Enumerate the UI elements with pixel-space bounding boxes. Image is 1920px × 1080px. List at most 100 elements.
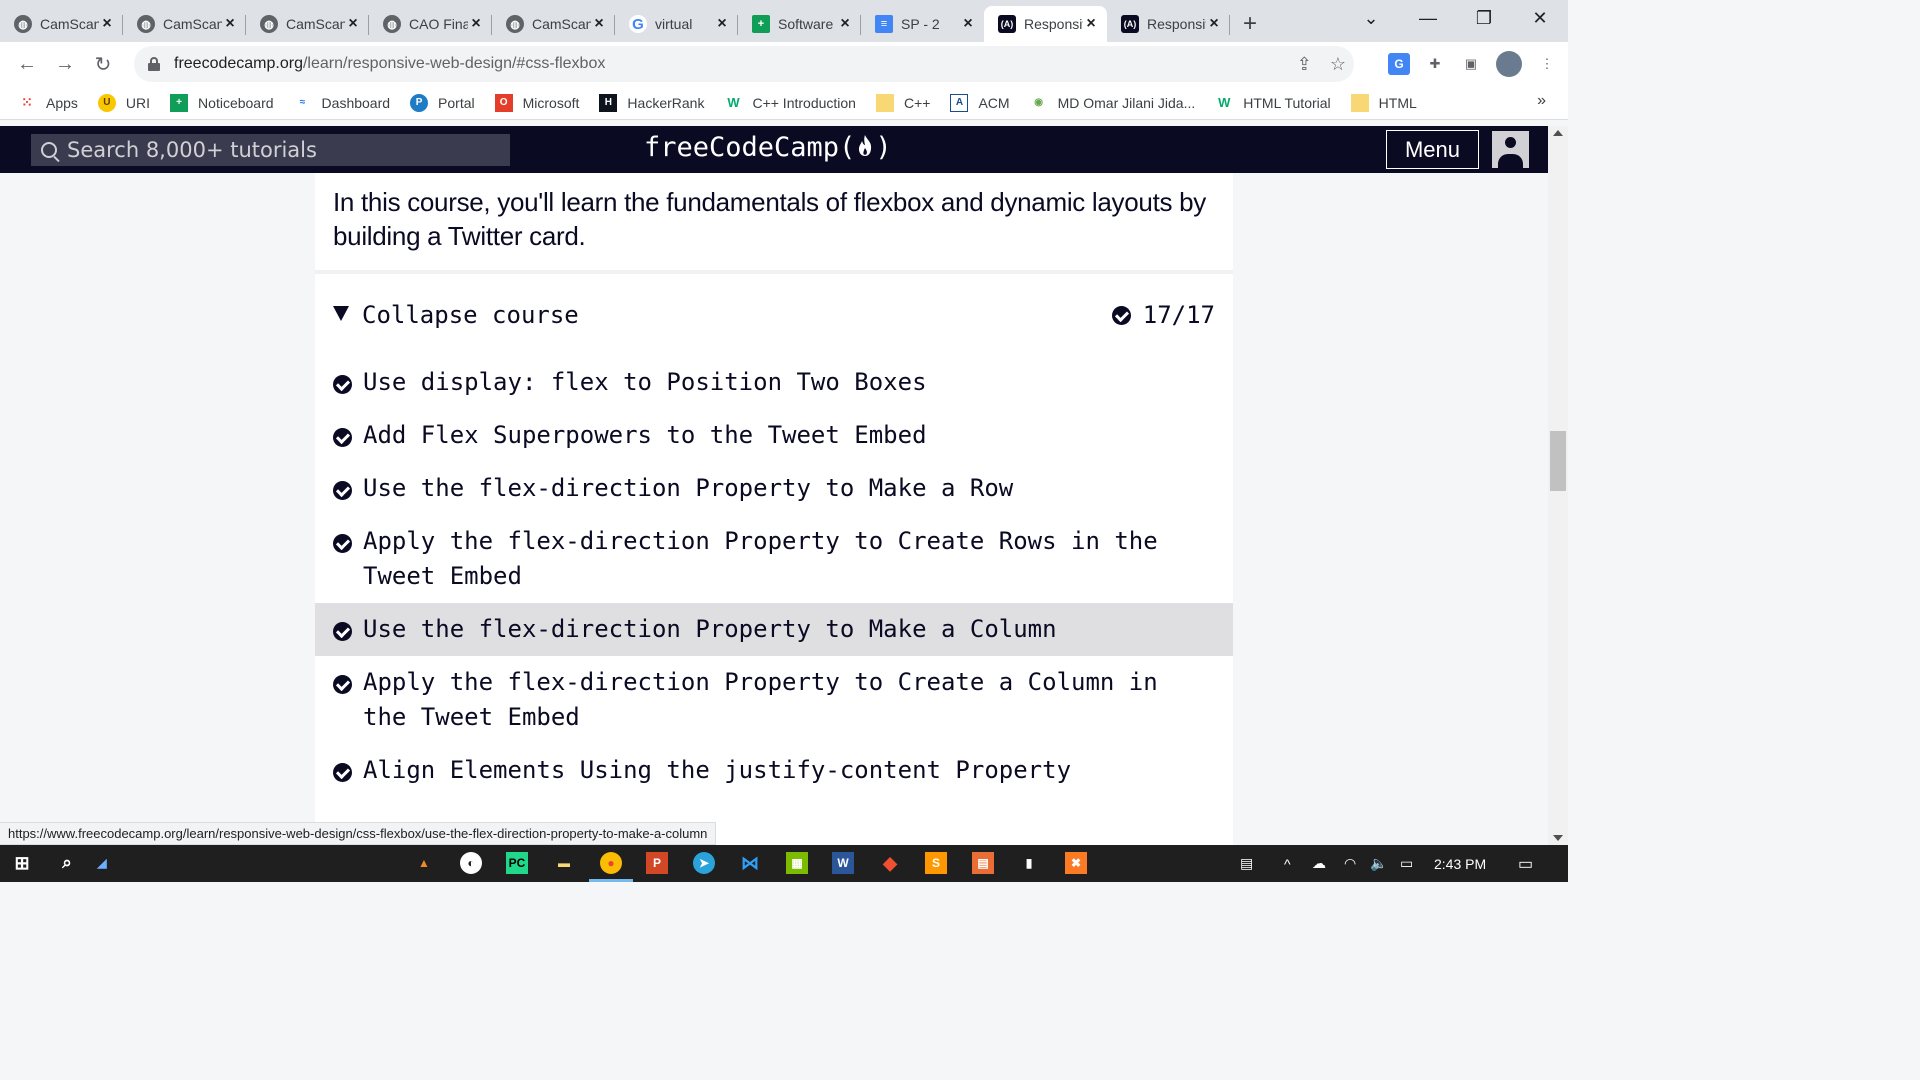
close-tab-icon[interactable]: × — [837, 15, 853, 33]
news-icon[interactable]: ▤ — [1240, 845, 1253, 882]
close-window-icon[interactable]: ✕ — [1512, 0, 1568, 36]
vlc-icon[interactable]: ▲ — [413, 852, 435, 874]
lesson-title: Apply the flex-direction Property to Cre… — [363, 527, 1158, 590]
scroll-thumb[interactable] — [1550, 431, 1566, 491]
bookmark-dashboard[interactable]: ≈ Dashboard — [294, 94, 390, 112]
close-tab-icon[interactable]: × — [222, 15, 238, 33]
lock-icon[interactable] — [148, 57, 160, 71]
office-icon: O — [494, 93, 513, 112]
share-icon[interactable]: ⇪ — [1297, 54, 1312, 75]
browser-tab[interactable]: ◍ CamScanner × — [0, 6, 123, 42]
browser-tab-active[interactable]: (A) Responsive × — [984, 6, 1107, 42]
address-bar[interactable]: freecodecamp.org/learn/responsive-web-de… — [134, 46, 1354, 82]
app-grid-icon[interactable]: ▦ — [786, 852, 808, 874]
lesson-item[interactable]: Align Elements Using the justify-content… — [315, 744, 1233, 797]
bookmark-cpp[interactable]: C++ — [875, 93, 930, 112]
wifi-icon[interactable]: ◠ — [1344, 845, 1356, 882]
windows-start-icon[interactable]: ⊞ — [11, 852, 33, 874]
fcc-logo[interactable]: freeCodeCamp() — [644, 132, 892, 163]
forward-icon[interactable]: → — [46, 45, 84, 83]
lesson-item[interactable]: Add Flex Superpowers to the Tweet Embed — [315, 409, 1233, 462]
restore-icon[interactable]: ❐ — [1456, 0, 1512, 36]
telegram-icon[interactable]: ➤ — [693, 852, 715, 874]
bookmark-cpp-intro[interactable]: W C++ Introduction — [724, 94, 856, 112]
search-icon[interactable]: ⌕ — [56, 852, 78, 874]
new-tab-button[interactable]: + — [1230, 6, 1270, 42]
close-tab-icon[interactable]: × — [591, 15, 607, 33]
close-tab-icon[interactable]: × — [468, 15, 484, 33]
powerpoint-icon[interactable]: P — [646, 852, 668, 874]
notification-icon[interactable]: ▭ — [1518, 845, 1533, 882]
bookmark-star-icon[interactable]: ☆ — [1330, 54, 1346, 75]
bookmark-portal[interactable]: P Portal — [410, 93, 475, 112]
minimize-icon[interactable]: — — [1400, 0, 1456, 36]
notepad-icon[interactable]: ▮ — [1018, 852, 1040, 874]
battery-icon[interactable]: ▭ — [1400, 845, 1413, 882]
bookmark-profile[interactable]: ◉ MD Omar Jilani Jida... — [1030, 94, 1195, 112]
bookmark-acm[interactable]: A ACM — [950, 93, 1010, 112]
bookmark-apps[interactable]: ⁙ Apps — [18, 94, 78, 112]
browser-tab[interactable]: ◍ CAO Final × — [369, 6, 492, 42]
sublime-icon[interactable]: S — [925, 852, 947, 874]
fcc-search-box[interactable] — [31, 134, 510, 166]
volume-icon[interactable]: 🔈 — [1370, 845, 1387, 882]
tray-chevron-icon[interactable]: ^ — [1284, 845, 1291, 882]
lesson-item[interactable]: Apply the flex-direction Property to Cre… — [315, 656, 1233, 744]
onedrive-icon[interactable]: ☁ — [1312, 845, 1326, 882]
close-tab-icon[interactable]: × — [1083, 15, 1099, 33]
user-avatar[interactable] — [1492, 131, 1529, 168]
bookmark-html-tutorial[interactable]: W HTML Tutorial — [1215, 94, 1331, 112]
fcc-navbar: freeCodeCamp() Menu — [0, 126, 1548, 173]
extensions-puzzle-icon[interactable]: ✚ — [1424, 53, 1446, 75]
back-icon[interactable]: ← — [8, 45, 46, 83]
browser-tab[interactable]: (A) Responsive × — [1107, 6, 1230, 42]
pycharm-icon[interactable]: PC — [506, 852, 528, 874]
bookmark-uri[interactable]: U URI — [97, 93, 150, 112]
taskbar-clock[interactable]: 2:43 PM — [1434, 845, 1486, 882]
cortana-icon[interactable]: ◢ — [91, 852, 113, 874]
google-translate-icon[interactable]: G — [1388, 53, 1410, 75]
collapse-course-button[interactable]: Collapse course 17/17 — [315, 274, 1233, 356]
browser-tab[interactable]: ≡ SP - 2 × — [861, 6, 984, 42]
search-input[interactable] — [67, 138, 487, 162]
lesson-item[interactable]: Use the flex-direction Property to Make … — [315, 462, 1233, 515]
git-icon[interactable]: ◆ — [879, 852, 901, 874]
tab-title: virtual — [655, 16, 693, 32]
menu-button[interactable]: Menu — [1386, 130, 1479, 169]
browser-tab[interactable]: + Software × — [738, 6, 861, 42]
chrome-icon[interactable]: ● — [600, 852, 622, 874]
lesson-title: Use the flex-direction Property to Make … — [363, 474, 1014, 502]
app-icon[interactable]: ▤ — [972, 852, 994, 874]
close-tab-icon[interactable]: × — [714, 15, 730, 33]
bookmarks-overflow-icon[interactable]: » — [1537, 92, 1546, 110]
bookmark-hackerrank[interactable]: H HackerRank — [599, 93, 704, 112]
browser-tab[interactable]: G virtual × — [615, 6, 738, 42]
close-tab-icon[interactable]: × — [960, 15, 976, 33]
tab-search-icon[interactable]: ⌄ — [1343, 0, 1399, 36]
close-tab-icon[interactable]: × — [345, 15, 361, 33]
close-tab-icon[interactable]: × — [99, 15, 115, 33]
scroll-up-icon[interactable] — [1553, 130, 1563, 136]
bookmark-noticeboard[interactable]: + Noticeboard — [170, 93, 274, 112]
reload-icon[interactable]: ↻ — [84, 45, 122, 83]
profile-icon: ◉ — [1034, 97, 1043, 108]
close-tab-icon[interactable]: × — [1206, 15, 1222, 33]
bookmark-html[interactable]: HTML — [1350, 93, 1417, 112]
xampp-icon[interactable]: ✖ — [1065, 852, 1087, 874]
lesson-item[interactable]: Apply the flex-direction Property to Cre… — [315, 515, 1233, 603]
more-menu-icon[interactable]: ⋮ — [1536, 53, 1558, 75]
lesson-item[interactable]: Use display: flex to Position Two Boxes — [315, 356, 1233, 409]
browser-tab[interactable]: ◍ CamScanner × — [492, 6, 615, 42]
page-scrollbar[interactable] — [1548, 126, 1568, 845]
lesson-item-hovered[interactable]: Use the flex-direction Property to Make … — [315, 603, 1233, 656]
word-icon[interactable]: W — [832, 852, 854, 874]
bookmark-microsoft[interactable]: O Microsoft — [494, 93, 579, 112]
profile-avatar-icon[interactable] — [1496, 51, 1522, 77]
vscode-icon[interactable]: ⋈ — [739, 852, 761, 874]
browser-tab[interactable]: ◍ CamScanner × — [246, 6, 369, 42]
scroll-down-icon[interactable] — [1553, 835, 1563, 841]
side-panel-icon[interactable]: ▣ — [1460, 53, 1482, 75]
browser-tab[interactable]: ◍ CamScanner × — [123, 6, 246, 42]
app-icon[interactable]: ◐ — [460, 852, 482, 874]
file-explorer-icon[interactable]: ▬ — [553, 852, 575, 874]
